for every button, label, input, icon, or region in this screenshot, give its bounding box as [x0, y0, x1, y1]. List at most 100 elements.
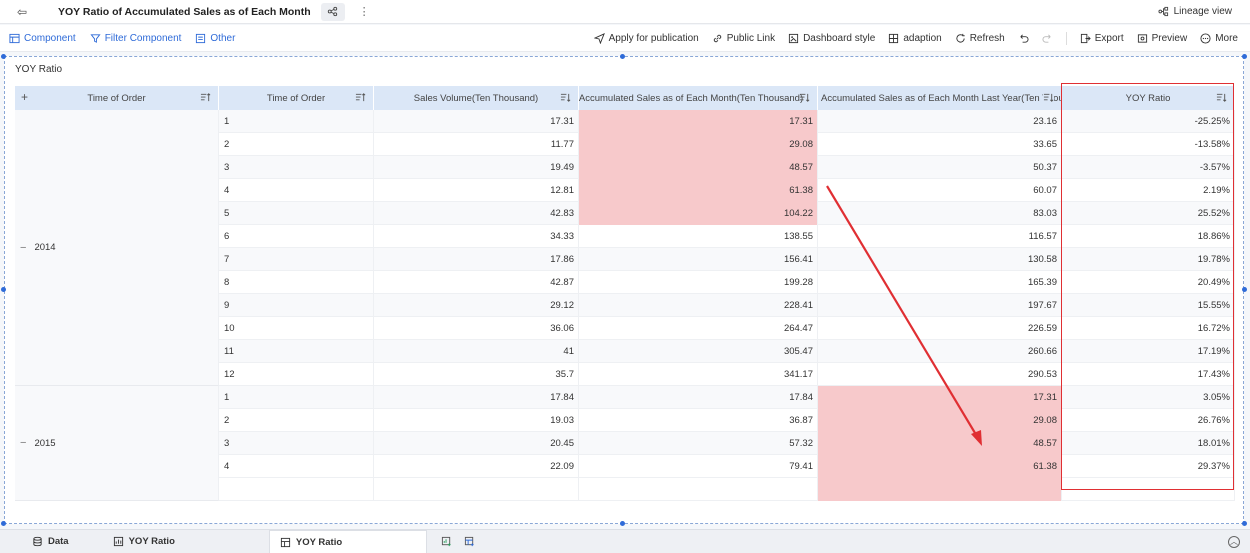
- more-label: More: [1215, 32, 1238, 44]
- header-label: Accumulated Sales as of Each Month(Ten T…: [579, 92, 804, 104]
- table-cell-acc: 138.55: [579, 225, 818, 248]
- table-cell-acc-ly: 290.53: [818, 363, 1062, 386]
- export-label: Export: [1094, 32, 1124, 44]
- add-dashboard-icon[interactable]: [464, 536, 475, 547]
- table-cell-sales: 42.87: [374, 271, 579, 294]
- table-row: 7 17.86 156.41 130.58 19.78%: [219, 248, 1235, 271]
- table-cell-acc-ly: 23.16: [818, 110, 1062, 133]
- palette-icon: [788, 33, 799, 44]
- other-icon: [195, 33, 206, 44]
- table-cell-acc-ly: 61.38: [818, 455, 1062, 478]
- resize-handle[interactable]: [1242, 521, 1247, 526]
- resize-handle[interactable]: [1242, 287, 1247, 292]
- more-menu-icon[interactable]: ⋮: [359, 5, 370, 18]
- tab-yoy-ratio-2[interactable]: YOY Ratio: [268, 529, 427, 553]
- table-cell-acc: 305.47: [579, 340, 818, 363]
- refresh-button[interactable]: Refresh: [955, 33, 1005, 44]
- apply-publication-button[interactable]: Apply for publication: [593, 32, 699, 44]
- public-link-label: Public Link: [726, 32, 776, 44]
- table-cell-month: 4: [219, 455, 374, 478]
- refresh-icon: [955, 33, 966, 44]
- header-accumulated-sales[interactable]: Accumulated Sales as of Each Month(Ten T…: [579, 86, 818, 110]
- filter-component-label: Filter Component: [104, 32, 182, 44]
- sort-icon[interactable]: [355, 92, 366, 103]
- sort-icon[interactable]: [1043, 92, 1054, 103]
- adaption-label: adaption: [903, 32, 942, 44]
- header-time-of-order-year[interactable]: + Time of Order: [15, 86, 219, 110]
- refresh-label: Refresh: [969, 32, 1005, 44]
- table-cell-sales: 41: [374, 340, 579, 363]
- toolbar-divider: [1065, 31, 1067, 45]
- table-cell-month: 5: [219, 202, 374, 225]
- tab-label: YOY Ratio: [295, 536, 343, 548]
- collapse-group-icon[interactable]: −: [20, 242, 26, 254]
- expand-all-icon[interactable]: +: [21, 90, 28, 104]
- more-button[interactable]: More: [1200, 33, 1238, 44]
- exit-icon[interactable]: ⇦: [0, 5, 44, 19]
- dashboard-style-button[interactable]: Dashboard style: [788, 33, 875, 44]
- table-cell-acc-ly: 50.37: [818, 156, 1062, 179]
- share-button[interactable]: [320, 2, 345, 21]
- table-row: 1 17.31 17.31 23.16 -25.25%: [219, 110, 1235, 133]
- table-cell-acc-ly: 29.08: [818, 409, 1062, 432]
- resize-handle[interactable]: [1, 521, 6, 526]
- resize-handle[interactable]: [620, 54, 625, 59]
- table-cell-month: 10: [219, 317, 374, 340]
- header-yoy-ratio[interactable]: YOY Ratio: [1062, 86, 1235, 110]
- table-cell-acc-ly: 260.66: [818, 340, 1062, 363]
- filter-component-button[interactable]: Filter Component: [90, 32, 182, 44]
- sort-icon[interactable]: [1216, 92, 1227, 103]
- table-cell-yoy: 16.72%: [1062, 317, 1235, 340]
- preview-button[interactable]: Preview: [1137, 32, 1188, 44]
- header-sales-volume[interactable]: Sales Volume(Ten Thousand): [374, 86, 579, 110]
- filter-icon: [90, 33, 101, 44]
- preview-label: Preview: [1151, 32, 1188, 44]
- lineage-view-button[interactable]: Lineage view: [1158, 6, 1232, 17]
- resize-handle[interactable]: [1, 287, 6, 292]
- table-cell-yoy: 20.49%: [1062, 271, 1235, 294]
- table-cell-month: 6: [219, 225, 374, 248]
- table-cell-month: 4: [219, 179, 374, 202]
- collapse-icon[interactable]: ︿: [1228, 535, 1240, 548]
- table-cell-sales: 34.33: [374, 225, 579, 248]
- sort-icon[interactable]: [799, 92, 810, 103]
- add-analysis-icon[interactable]: [441, 536, 452, 547]
- table-row: 2 19.03 36.87 29.08 26.76%: [219, 409, 1235, 432]
- table-cell-acc: 48.57: [579, 156, 818, 179]
- collapse-group-icon[interactable]: −: [20, 437, 26, 449]
- table-row: 4 22.09 79.41 61.38 29.37%: [219, 455, 1235, 478]
- table-cell-month: 2: [219, 133, 374, 156]
- resize-handle[interactable]: [1242, 54, 1247, 59]
- year-label: 2014: [34, 242, 56, 253]
- tab-data[interactable]: Data: [22, 530, 79, 553]
- dashboard-style-label: Dashboard style: [803, 32, 876, 44]
- table-row: 3 19.49 48.57 50.37 -3.57%: [219, 156, 1235, 179]
- redo-icon[interactable]: [1042, 33, 1053, 44]
- table-cell-yoy: -13.58%: [1062, 133, 1235, 156]
- adaption-button[interactable]: adaption: [888, 32, 942, 44]
- table-icon: [113, 536, 124, 547]
- public-link-button[interactable]: Public Link: [712, 33, 775, 44]
- lineage-view-label: Lineage view: [1173, 6, 1232, 17]
- header-accumulated-sales-last-year[interactable]: Accumulated Sales as of Each Month Last …: [818, 86, 1062, 110]
- header-time-of-order-month[interactable]: Time of Order: [219, 86, 374, 110]
- export-button[interactable]: Export: [1080, 33, 1124, 44]
- table-cell-sales: 35.7: [374, 363, 579, 386]
- table-row: 2 11.77 29.08 33.65 -13.58%: [219, 133, 1235, 156]
- other-button[interactable]: Other: [195, 33, 235, 44]
- table-cell-year: −2015: [15, 386, 219, 501]
- undo-icon[interactable]: [1018, 33, 1029, 44]
- resize-handle[interactable]: [620, 521, 625, 526]
- tab-yoy-ratio-1[interactable]: YOY Ratio: [103, 530, 185, 553]
- preview-icon: [1137, 33, 1148, 44]
- table-cell-acc: 228.41: [579, 294, 818, 317]
- tab-label: YOY Ratio: [128, 536, 175, 547]
- lineage-icon: [1158, 6, 1169, 17]
- table-cell-month: 9: [219, 294, 374, 317]
- dashboard-title: YOY Ratio of Accumulated Sales as of Eac…: [58, 5, 311, 18]
- resize-handle[interactable]: [1, 54, 6, 59]
- sort-icon[interactable]: [560, 92, 571, 103]
- apply-publication-label: Apply for publication: [608, 32, 699, 44]
- sort-icon[interactable]: [200, 92, 211, 103]
- component-button[interactable]: Component: [9, 33, 76, 44]
